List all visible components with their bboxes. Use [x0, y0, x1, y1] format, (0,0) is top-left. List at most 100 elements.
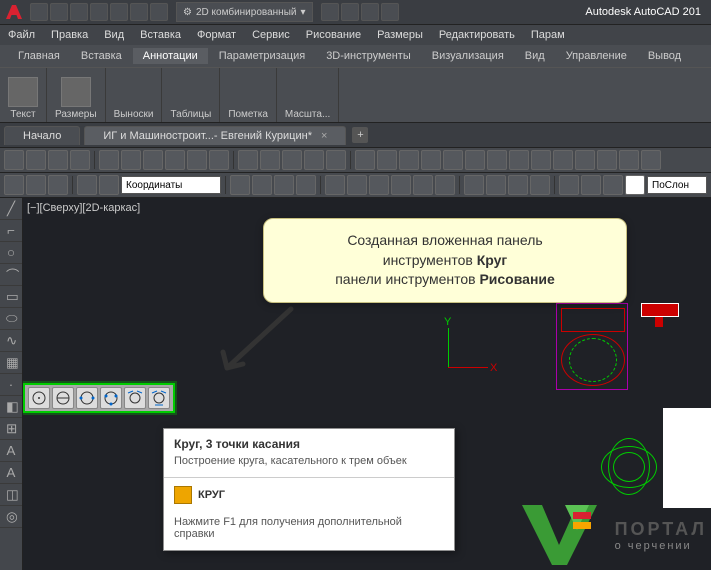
tool-icon[interactable] [4, 150, 24, 170]
region-icon[interactable]: ◧ [0, 396, 22, 418]
qat-undo-icon[interactable] [130, 3, 148, 21]
spline-icon[interactable]: ∿ [0, 330, 22, 352]
drawing-canvas[interactable]: [−][Сверху][2D-каркас] Созданная вложенн… [23, 198, 711, 570]
menu-edit[interactable]: Правка [51, 29, 88, 41]
qat-new-icon[interactable] [30, 3, 48, 21]
qat-extra4-icon[interactable] [381, 3, 399, 21]
qat-extra1-icon[interactable] [321, 3, 339, 21]
qat-saveas-icon[interactable] [90, 3, 108, 21]
tool-icon[interactable] [238, 150, 258, 170]
tool-icon[interactable] [355, 150, 375, 170]
bylayer-color-icon[interactable] [625, 175, 645, 195]
menu-format[interactable]: Формат [197, 29, 236, 41]
tool-icon[interactable] [99, 175, 119, 195]
tool-icon[interactable] [4, 175, 24, 195]
rectangle-icon[interactable]: ▭ [0, 286, 22, 308]
qat-extra3-icon[interactable] [361, 3, 379, 21]
viewport-label[interactable]: [−][Сверху][2D-каркас] [27, 202, 140, 214]
text-icon[interactable] [8, 77, 38, 107]
arc-icon[interactable]: ⌒ [0, 264, 22, 286]
text-icon[interactable]: A [0, 440, 22, 462]
close-icon[interactable]: × [321, 130, 327, 142]
tab-home[interactable]: Главная [8, 48, 70, 64]
tool-icon[interactable] [26, 175, 46, 195]
tab-insert[interactable]: Вставка [71, 48, 132, 64]
tool-icon[interactable] [399, 150, 419, 170]
tab-3dtools[interactable]: 3D-инструменты [316, 48, 421, 64]
circle-center-radius-icon[interactable] [28, 387, 50, 409]
menu-modify[interactable]: Редактировать [439, 29, 515, 41]
drawing-object[interactable] [641, 303, 677, 325]
circle-icon[interactable]: ○ [0, 242, 22, 264]
tool-icon[interactable] [209, 150, 229, 170]
drawing-object[interactable] [556, 303, 628, 390]
tool-icon[interactable] [70, 150, 90, 170]
tool-icon[interactable] [421, 150, 441, 170]
tool-icon[interactable] [26, 150, 46, 170]
workspace-selector[interactable]: ⚙ 2D комбинированный ▾ [176, 2, 313, 22]
tool-icon[interactable] [326, 150, 346, 170]
tool-icon[interactable] [230, 175, 250, 195]
tool-icon[interactable] [553, 150, 573, 170]
tool-icon[interactable] [641, 150, 661, 170]
tab-visualize[interactable]: Визуализация [422, 48, 514, 64]
new-tab-button[interactable]: + [352, 127, 368, 143]
tool-icon[interactable] [48, 175, 68, 195]
doc-tab-active[interactable]: ИГ и Машиностроит...- Евгений Курицин* × [84, 126, 346, 145]
panel-leaders[interactable]: Выноски [106, 68, 163, 122]
menu-dimensions[interactable]: Размеры [377, 29, 423, 41]
tool-icon[interactable] [274, 175, 294, 195]
menu-view[interactable]: Вид [104, 29, 124, 41]
tool-icon[interactable] [443, 150, 463, 170]
qat-extra2-icon[interactable] [341, 3, 359, 21]
layer-input[interactable] [647, 176, 707, 194]
circle-center-diameter-icon[interactable] [52, 387, 74, 409]
tool-icon[interactable] [391, 175, 411, 195]
tool-icon[interactable] [377, 150, 397, 170]
hatch-icon[interactable]: ▦ [0, 352, 22, 374]
menu-file[interactable]: Файл [8, 29, 35, 41]
panel-tables[interactable]: Таблицы [162, 68, 220, 122]
dimension-icon[interactable] [61, 77, 91, 107]
drawing-object[interactable] [593, 438, 663, 493]
tool-icon[interactable] [464, 175, 484, 195]
circle-tan-tan-tan-icon[interactable] [148, 387, 170, 409]
tool-icon[interactable] [508, 175, 528, 195]
tool-icon[interactable] [260, 150, 280, 170]
tool-icon[interactable] [530, 175, 550, 195]
doc-tab-start[interactable]: Начало [4, 126, 80, 145]
tool-icon[interactable] [282, 150, 302, 170]
point-icon[interactable]: · [0, 374, 22, 396]
tool-icon[interactable] [603, 175, 623, 195]
tool-icon[interactable] [304, 150, 324, 170]
qat-print-icon[interactable] [110, 3, 128, 21]
tool-icon[interactable] [325, 175, 345, 195]
menu-param[interactable]: Парам [531, 29, 565, 41]
menu-service[interactable]: Сервис [252, 29, 290, 41]
tool-icon[interactable] [435, 175, 455, 195]
panel-scale[interactable]: Масшта... [277, 68, 339, 122]
tool-icon[interactable] [486, 175, 506, 195]
donut-icon[interactable]: ◎ [0, 506, 22, 528]
line-icon[interactable]: ╱ [0, 198, 22, 220]
tool-icon[interactable] [487, 150, 507, 170]
tool-icon[interactable] [99, 150, 119, 170]
block-icon[interactable]: ◫ [0, 484, 22, 506]
tool-icon[interactable] [619, 150, 639, 170]
circle-2-points-icon[interactable] [76, 387, 98, 409]
mtext-icon[interactable]: A [0, 462, 22, 484]
qat-redo-icon[interactable] [150, 3, 168, 21]
qat-save-icon[interactable] [70, 3, 88, 21]
tool-icon[interactable] [575, 150, 595, 170]
tool-icon[interactable] [48, 150, 68, 170]
tool-icon[interactable] [77, 175, 97, 195]
tab-view[interactable]: Вид [515, 48, 555, 64]
panel-markup[interactable]: Пометка [220, 68, 277, 122]
tool-icon[interactable] [559, 175, 579, 195]
menu-insert[interactable]: Вставка [140, 29, 181, 41]
tool-icon[interactable] [581, 175, 601, 195]
circle-tan-tan-radius-icon[interactable] [124, 387, 146, 409]
menu-draw[interactable]: Рисование [306, 29, 361, 41]
tool-icon[interactable] [413, 175, 433, 195]
table-icon[interactable]: ⊞ [0, 418, 22, 440]
